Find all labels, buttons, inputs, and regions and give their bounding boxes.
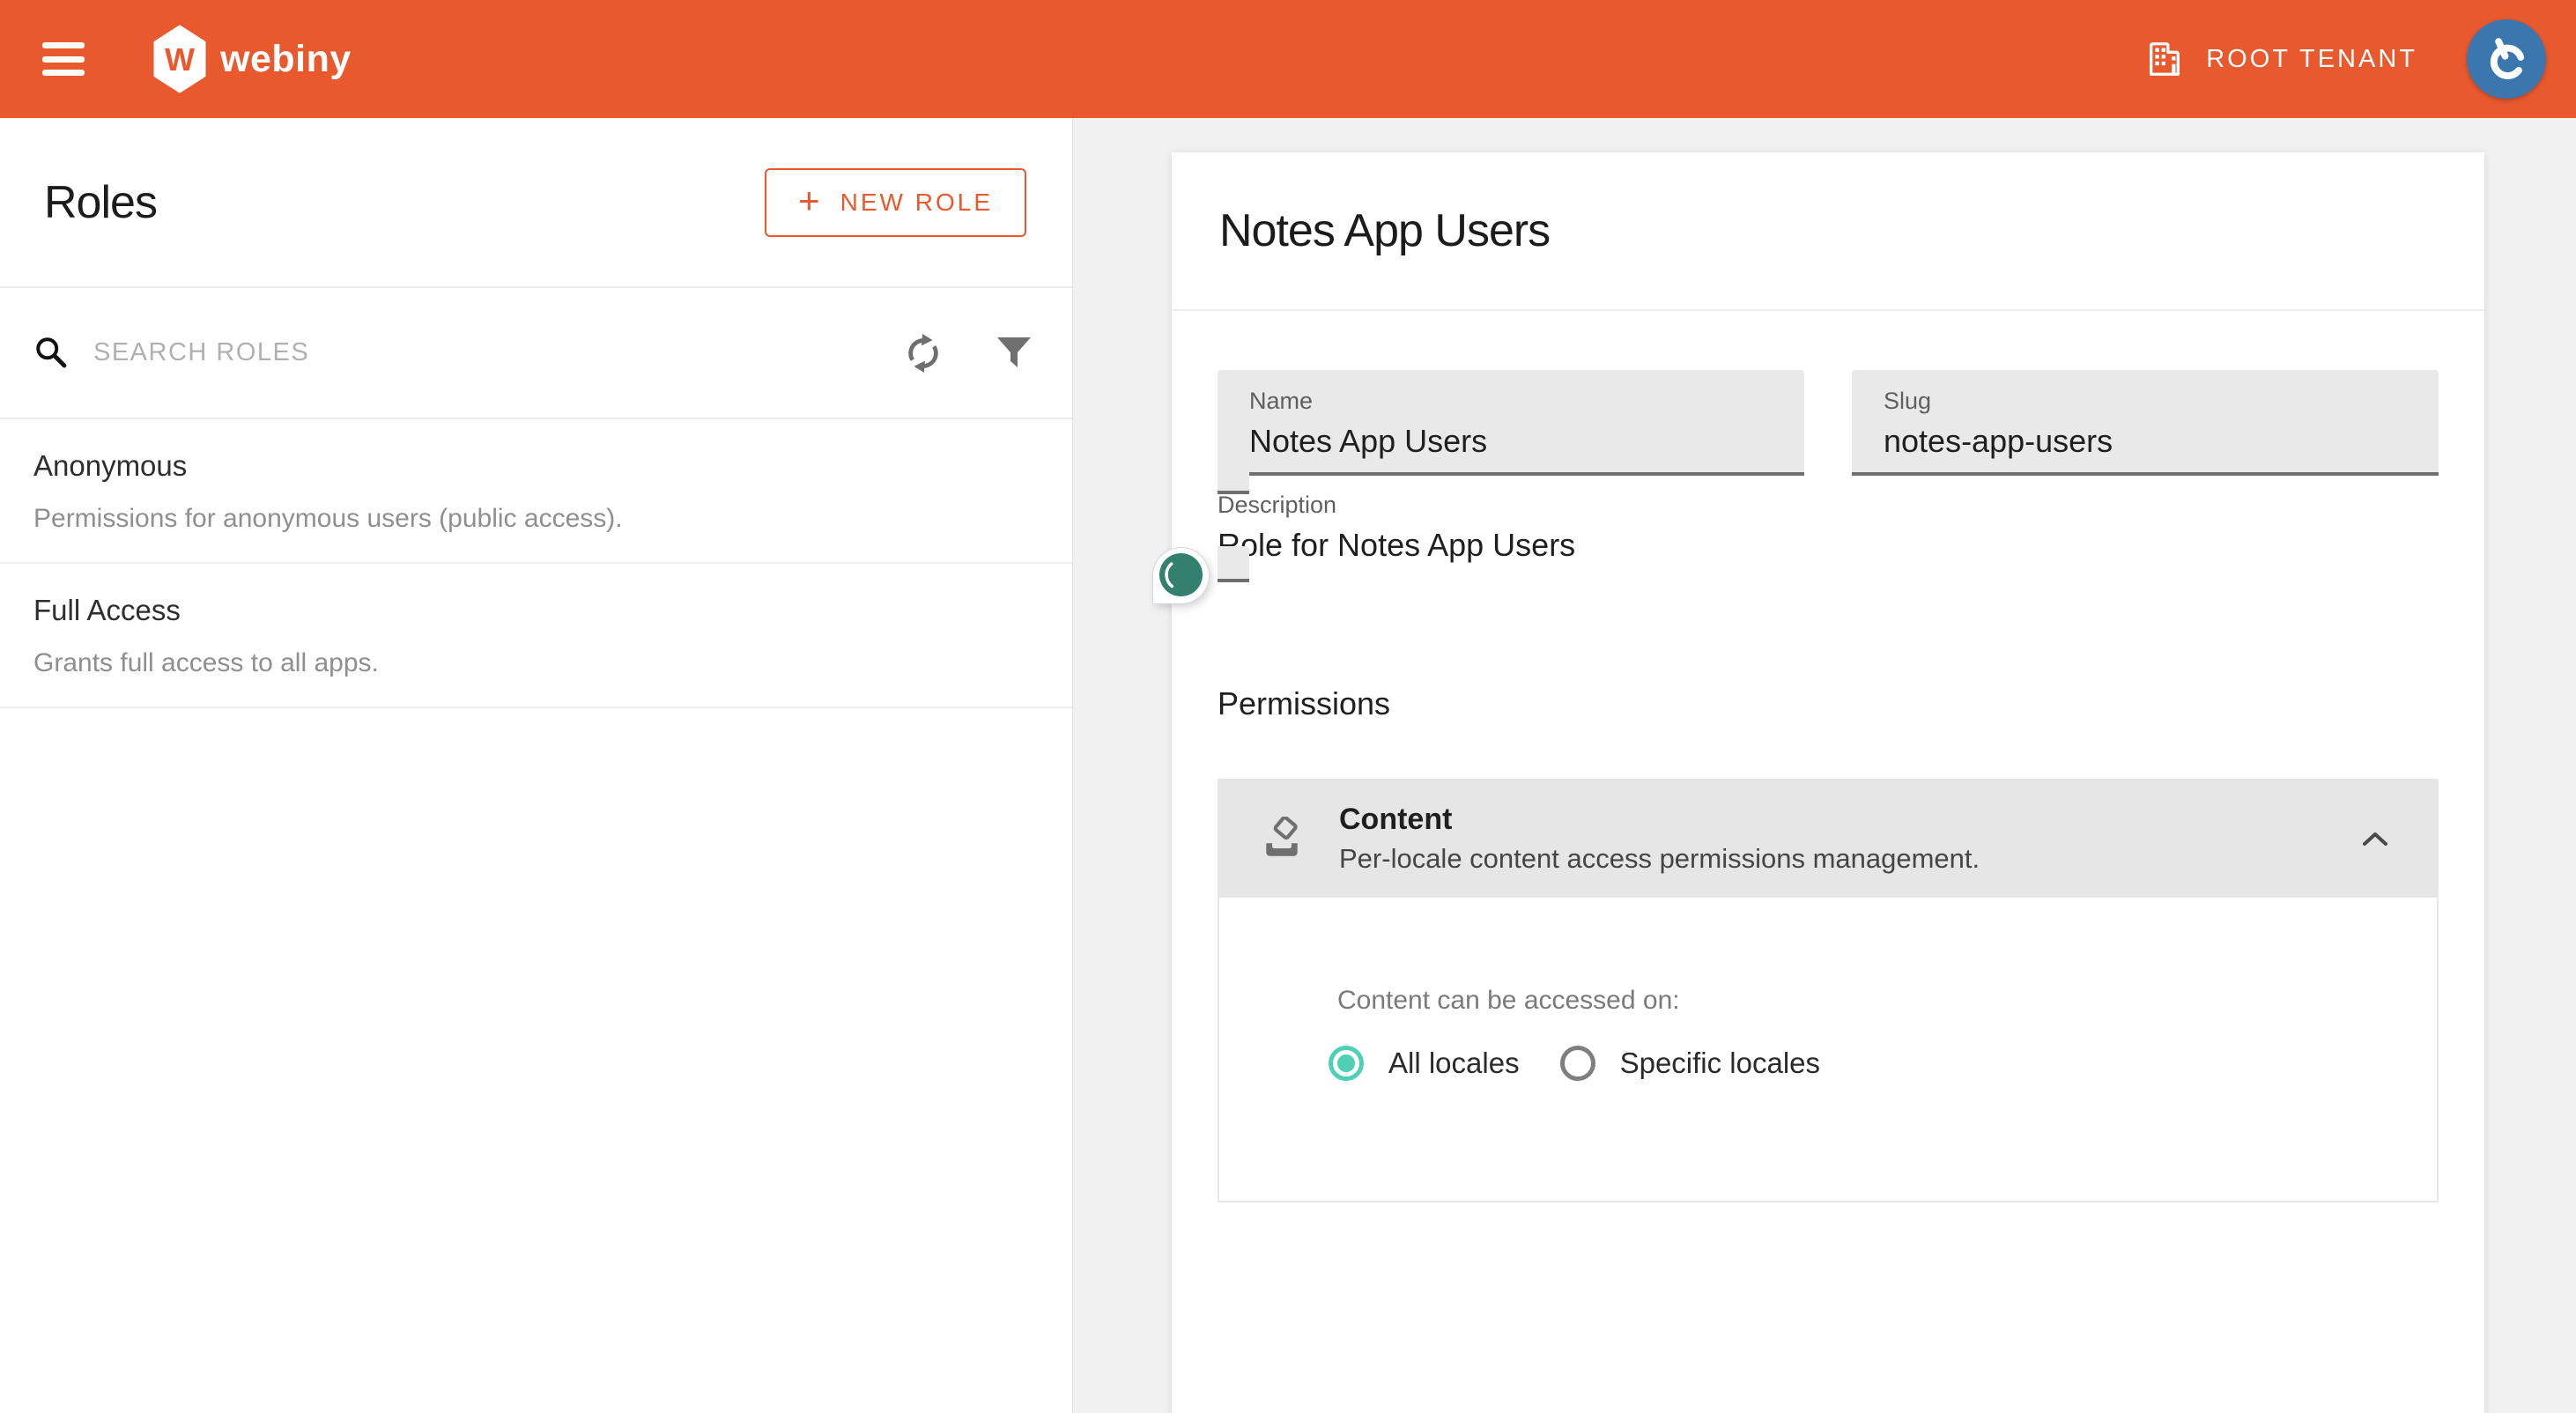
- role-detail-area: Notes App Users Name Slug Description Ro…: [1073, 118, 2576, 1413]
- roles-list-panel: Roles + NEW ROLE: [0, 118, 1073, 1413]
- filter-button[interactable]: [995, 336, 1033, 371]
- tenant-selector[interactable]: ROOT TENANT: [2144, 39, 2417, 79]
- chat-beacon-widget[interactable]: [1153, 548, 1209, 603]
- slug-input[interactable]: [1884, 423, 2407, 460]
- webiny-logo-letter: W: [165, 41, 195, 78]
- roles-panel-header: Roles + NEW ROLE: [0, 118, 1072, 288]
- role-name: Full Access: [33, 594, 1039, 627]
- content-permissions-accordion: Content Per-locale content access permis…: [1218, 779, 2439, 1202]
- content-accordion-body: Content can be accessed on: All locales …: [1218, 898, 2439, 1202]
- role-list-item-full-access[interactable]: Full Access Grants full access to all ap…: [0, 564, 1072, 708]
- power-icon: [2481, 33, 2532, 85]
- webiny-logo: W webiny: [153, 25, 352, 93]
- name-input[interactable]: [1249, 423, 1773, 460]
- role-detail-header: Notes App Users: [1172, 152, 2484, 311]
- webiny-admin-screen: W webiny ROOT TENANT: [0, 0, 2576, 1413]
- slug-field-label: Slug: [1884, 388, 2407, 415]
- roles-search-bar: [0, 288, 1072, 419]
- radio-all-locales[interactable]: [1329, 1046, 1364, 1081]
- role-detail-card: Notes App Users Name Slug Description Ro…: [1172, 152, 2484, 1413]
- slug-field[interactable]: Slug: [1852, 370, 2439, 476]
- name-field[interactable]: Name: [1218, 370, 1804, 476]
- topbar-left: W webiny: [42, 25, 352, 93]
- content-accordion-title: Content: [1339, 803, 1980, 837]
- name-field-label: Name: [1249, 388, 1773, 415]
- content-ballot-icon: [1260, 817, 1304, 861]
- roles-list: Anonymous Permissions for anonymous user…: [0, 419, 1072, 708]
- filter-funnel-icon: [995, 336, 1033, 371]
- tenant-label: ROOT TENANT: [2206, 45, 2417, 74]
- role-description: Grants full access to all apps.: [33, 648, 1039, 678]
- description-textarea[interactable]: Role for Notes App Users: [1218, 527, 2439, 564]
- top-app-bar: W webiny ROOT TENANT: [0, 0, 2576, 118]
- user-avatar[interactable]: [2467, 19, 2546, 99]
- permissions-heading: Permissions: [1218, 685, 2439, 722]
- page-title: Roles: [44, 176, 157, 229]
- brand-wordmark: webiny: [220, 38, 352, 81]
- content-accordion-header[interactable]: Content Per-locale content access permis…: [1218, 779, 2439, 898]
- role-list-item-anonymous[interactable]: Anonymous Permissions for anonymous user…: [0, 419, 1072, 564]
- hamburger-menu-icon[interactable]: [42, 39, 86, 79]
- role-name: Anonymous: [33, 449, 1039, 483]
- role-detail-form: Name Slug Description Role for Notes App…: [1172, 311, 2484, 1202]
- role-description: Permissions for anonymous users (public …: [33, 504, 1039, 534]
- role-detail-title: Notes App Users: [1219, 204, 1550, 257]
- locales-radio-group: All locales Specific locales: [1329, 1046, 2402, 1081]
- radio-specific-locales-label[interactable]: Specific locales: [1620, 1047, 1820, 1080]
- refresh-icon: [903, 333, 944, 374]
- topbar-right: ROOT TENANT: [2144, 19, 2546, 99]
- building-icon: [2144, 39, 2185, 79]
- locales-access-label: Content can be accessed on:: [1337, 986, 2402, 1016]
- content-accordion-titles: Content Per-locale content access permis…: [1339, 803, 1980, 875]
- content-accordion-subtitle: Per-locale content access permissions ma…: [1339, 843, 1980, 875]
- refresh-button[interactable]: [903, 333, 944, 374]
- search-icon: [33, 335, 70, 372]
- beacon-spinner-icon: [1159, 553, 1203, 596]
- description-field-label: Description: [1218, 492, 2439, 519]
- chevron-up-icon: [2359, 828, 2391, 849]
- name-slug-row: Name Slug: [1218, 370, 2439, 476]
- description-field[interactable]: Description Role for Notes App Users: [1218, 458, 2439, 582]
- search-input[interactable]: [93, 338, 903, 367]
- radio-all-locales-label[interactable]: All locales: [1388, 1047, 1520, 1080]
- plus-icon: +: [798, 182, 823, 219]
- new-role-button-label: NEW ROLE: [840, 189, 993, 217]
- new-role-button[interactable]: + NEW ROLE: [765, 168, 1026, 237]
- webiny-hexagon-icon: W: [153, 25, 206, 93]
- radio-specific-locales[interactable]: [1560, 1046, 1595, 1081]
